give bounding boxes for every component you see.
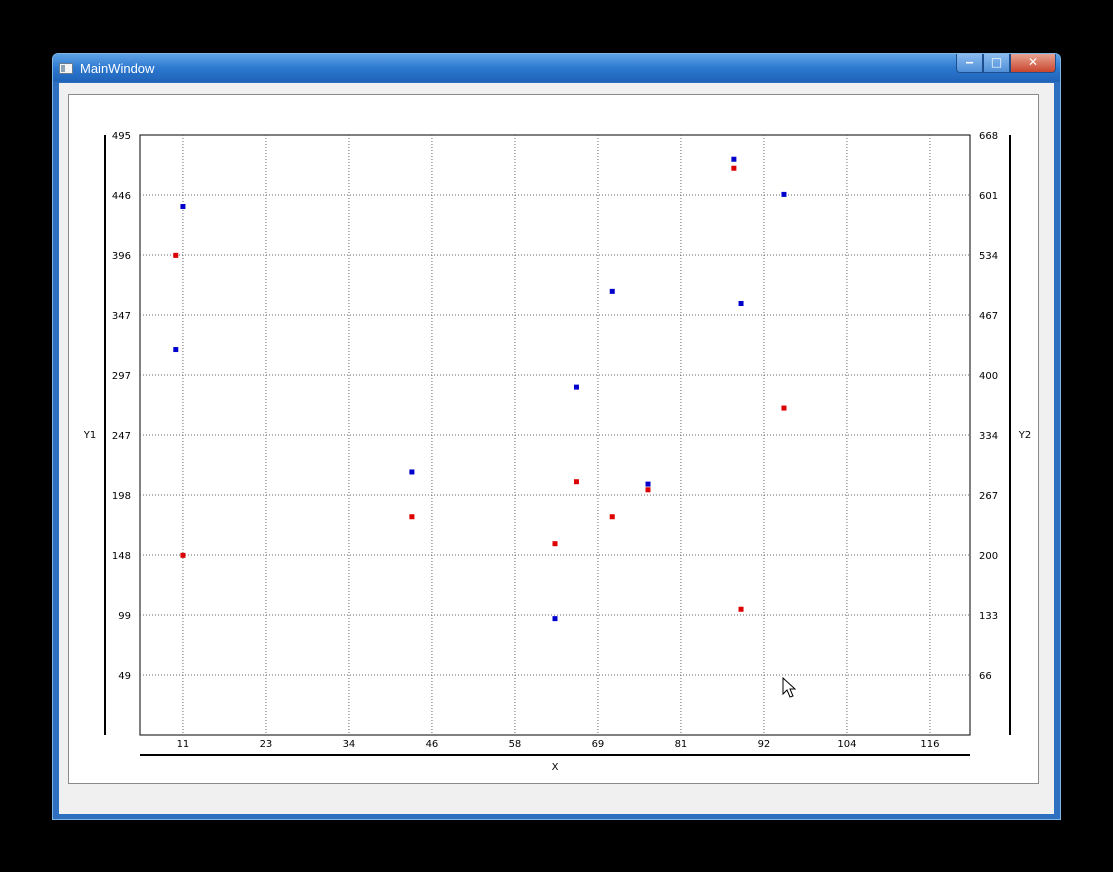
y1-tick-label: 148 <box>112 551 131 562</box>
data-point-red <box>573 479 579 485</box>
y1-tick-label: 396 <box>112 251 131 262</box>
data-point-blue <box>552 616 558 622</box>
y1-tick-label: 446 <box>112 191 131 202</box>
data-point-red <box>409 514 415 520</box>
y1-tick-label: 99 <box>118 611 131 622</box>
data-point-blue <box>781 191 787 197</box>
y1-tick-label: 49 <box>118 671 131 682</box>
data-point-blue <box>173 347 179 353</box>
close-button[interactable]: ✕ <box>1010 54 1056 73</box>
app-icon <box>59 63 73 74</box>
y2-tick-label: 400 <box>979 371 998 382</box>
close-icon: ✕ <box>1027 55 1039 69</box>
data-point-red <box>173 252 179 258</box>
y1-tick-label: 198 <box>112 491 131 502</box>
y1-tick-label: 247 <box>112 431 131 442</box>
y2-tick-label: 534 <box>979 251 998 262</box>
data-point-red <box>609 514 615 520</box>
main-window: MainWindow ‒ □ ✕ 49 99 148 198 247 297 347 396 4… <box>52 53 1061 820</box>
y2-tick-label: 200 <box>979 551 998 562</box>
minimize-icon: ‒ <box>965 55 974 69</box>
x-tick-label: 34 <box>343 739 356 750</box>
x-tick-label: 11 <box>177 739 190 750</box>
x-axis-title: X <box>552 762 559 773</box>
y2-tick-label: 66 <box>979 671 992 682</box>
window-title: MainWindow <box>80 61 155 76</box>
y2-tick-label: 267 <box>979 491 998 502</box>
x-tick-label: 92 <box>758 739 771 750</box>
data-point-blue <box>180 204 186 210</box>
data-point-red <box>180 552 186 558</box>
y2-tick-label: 133 <box>979 611 998 622</box>
mouse-cursor-icon <box>782 677 796 698</box>
y2-tick-label: 334 <box>979 431 998 442</box>
y1-tick-label: 347 <box>112 311 131 322</box>
x-tick-label: 81 <box>675 739 688 750</box>
data-point-blue <box>738 300 744 306</box>
data-point-red <box>645 487 651 493</box>
data-point-red <box>552 541 558 547</box>
x-tick-label: 46 <box>426 739 439 750</box>
x-tick-label: 104 <box>837 739 856 750</box>
scatter-chart: 49 99 148 198 247 297 347 396 446 495 66 133 200 267 3… <box>83 131 1031 773</box>
maximize-button[interactable]: □ <box>983 54 1010 73</box>
y2-axis-title: Y2 <box>1018 430 1031 441</box>
data-point-red <box>738 606 744 612</box>
y1-axis-title: Y1 <box>83 430 96 441</box>
data-point-red <box>731 165 737 171</box>
x-tick-label: 69 <box>592 739 605 750</box>
data-point-blue <box>609 288 615 294</box>
y2-tick-label: 467 <box>979 311 998 322</box>
x-tick-label: 116 <box>920 739 939 750</box>
maximize-icon: □ <box>990 55 1003 69</box>
x-tick-label: 23 <box>260 739 273 750</box>
data-point-red <box>781 405 787 411</box>
data-point-blue <box>731 156 737 162</box>
data-point-blue <box>409 469 415 475</box>
data-point-blue <box>573 384 579 390</box>
client-area: 49 99 148 198 247 297 347 396 446 495 66 133 200 267 3… <box>59 83 1054 814</box>
y1-tick-label: 495 <box>112 131 131 142</box>
minimize-button[interactable]: ‒ <box>956 54 983 73</box>
y2-tick-label: 668 <box>979 131 998 142</box>
plot-frame: 49 99 148 198 247 297 347 396 446 495 66 133 200 267 3… <box>68 94 1039 784</box>
x-tick-label: 58 <box>509 739 522 750</box>
y2-tick-label: 601 <box>979 191 998 202</box>
title-bar[interactable]: MainWindow ‒ □ ✕ <box>53 54 1060 82</box>
data-point-blue <box>645 481 651 487</box>
y1-tick-label: 297 <box>112 371 131 382</box>
